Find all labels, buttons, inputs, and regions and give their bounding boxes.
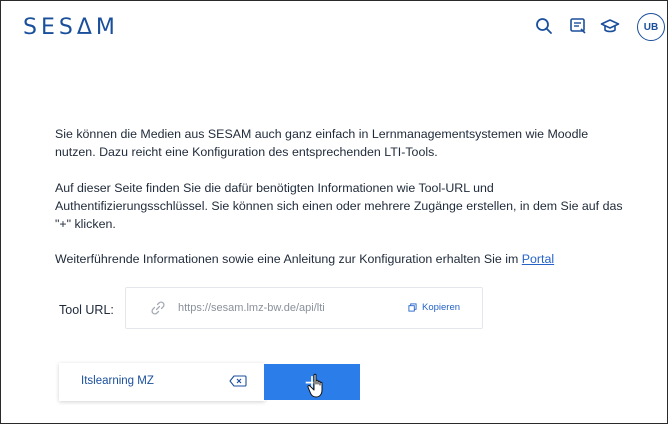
tool-url-value: https://sesam.lmz-bw.de/api/lti xyxy=(178,302,325,314)
graduation-cap-icon[interactable] xyxy=(599,15,621,37)
copy-icon xyxy=(408,303,417,312)
tool-url-label: Tool URL: xyxy=(59,303,114,317)
notes-icon[interactable] xyxy=(567,15,589,37)
access-name: Itslearning MZ xyxy=(81,375,154,387)
portal-link[interactable]: Portal xyxy=(522,252,554,266)
add-access-button[interactable]: + xyxy=(264,364,360,400)
copy-label: Kopieren xyxy=(422,302,461,313)
search-icon[interactable] xyxy=(533,15,555,37)
page-frame: SESΔM UB Sie können die Medien aus SESAM… xyxy=(0,0,668,424)
intro-paragraph: Sie können die Medien aus SESAM auch gan… xyxy=(55,127,589,159)
sesam-logo[interactable]: SESΔM xyxy=(23,15,119,40)
tool-url-field: https://sesam.lmz-bw.de/api/lti Kopieren xyxy=(125,287,483,329)
user-avatar[interactable]: UB xyxy=(637,13,665,41)
copy-button[interactable]: Kopieren xyxy=(408,302,460,313)
portal-text: Weiterführende Informationen sowie eine … xyxy=(55,252,522,266)
access-item[interactable]: Itslearning MZ xyxy=(59,363,265,401)
portal-paragraph: Weiterführende Informationen sowie eine … xyxy=(55,250,625,268)
info-paragraph: Auf dieser Seite finden Sie die dafür be… xyxy=(55,181,623,231)
delete-icon[interactable] xyxy=(229,375,247,387)
link-icon xyxy=(151,301,165,315)
add-button-label: + xyxy=(303,370,321,394)
